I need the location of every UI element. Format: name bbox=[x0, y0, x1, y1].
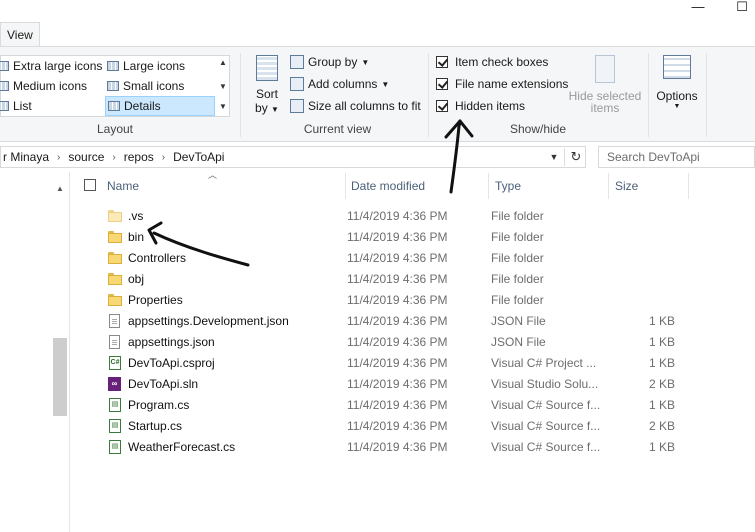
annotation-overlay bbox=[147, 119, 474, 267]
arrow-to-vs-folder bbox=[152, 231, 250, 267]
